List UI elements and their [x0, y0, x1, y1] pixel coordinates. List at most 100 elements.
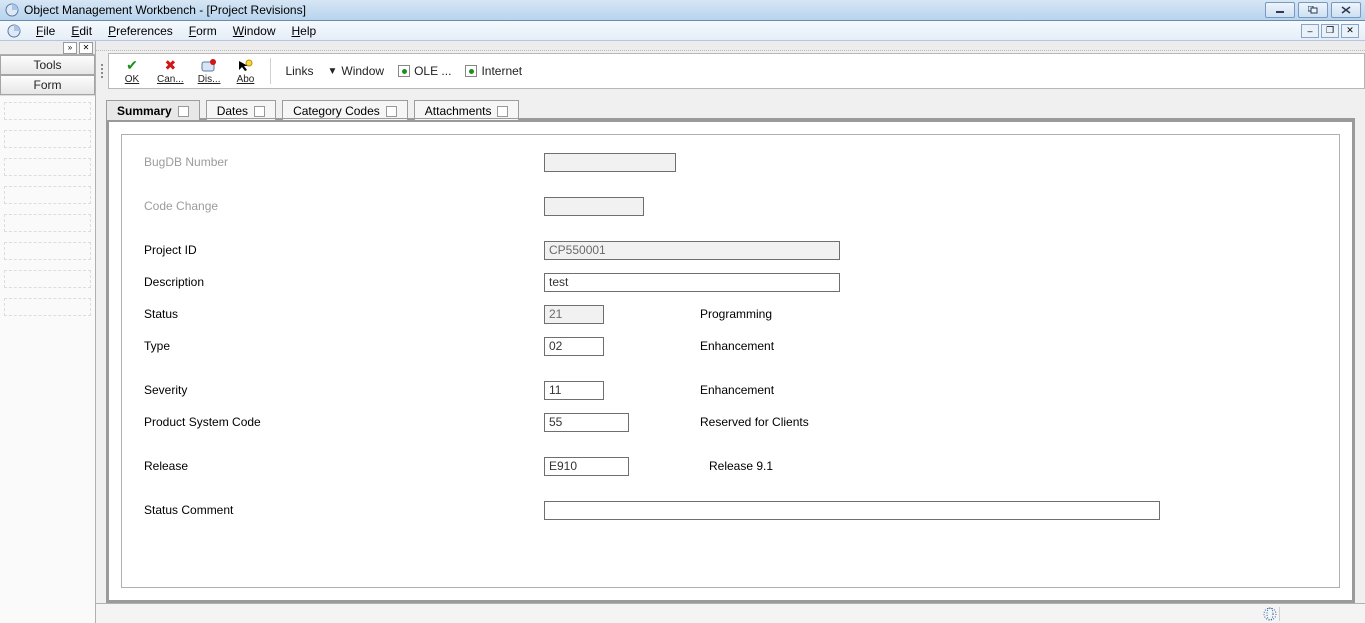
rail-ghost-item — [4, 242, 91, 260]
left-rail: » ✕ Tools Form — [0, 41, 96, 623]
ok-button[interactable]: ✔ OK — [115, 56, 149, 87]
desc-release: Release 9.1 — [709, 459, 773, 473]
desc-productsyscode: Reserved for Clients — [700, 415, 809, 429]
maximize-button[interactable] — [1298, 2, 1328, 18]
rail-pin-button[interactable]: » — [63, 42, 77, 54]
input-codechange — [544, 197, 644, 216]
tab-strip: Summary Dates Category Codes Attachments — [96, 97, 1365, 119]
row-description: Description — [144, 271, 1317, 293]
menubar-app-icon — [6, 23, 22, 39]
input-type[interactable] — [544, 337, 604, 356]
dropdown-arrow-icon: ▼ — [327, 66, 337, 77]
row-statuscomment: Status Comment — [144, 499, 1317, 521]
label-statuscomment: Status Comment — [144, 503, 544, 517]
window-dropdown[interactable]: ▼ Window — [321, 64, 390, 78]
globe-icon — [1261, 606, 1279, 622]
row-codechange: Code Change — [144, 195, 1317, 217]
tab-checkbox-icon — [254, 106, 265, 117]
menu-form[interactable]: Form — [181, 22, 225, 40]
display-button[interactable]: Dis... — [192, 56, 227, 87]
menu-window[interactable]: Window — [225, 22, 284, 40]
rail-ghost-item — [4, 214, 91, 232]
input-productsyscode[interactable] — [544, 413, 629, 432]
cross-icon: ✖ — [164, 58, 176, 74]
toolbar: ✔ OK ✖ Can... Dis... Abo — [108, 53, 1365, 89]
label-severity: Severity — [144, 383, 544, 397]
ole-icon — [398, 65, 410, 77]
menu-preferences[interactable]: Preferences — [100, 22, 181, 40]
tab-checkbox-icon — [497, 106, 508, 117]
content-separator — [96, 41, 1365, 51]
window-title: Object Management Workbench - [Project R… — [24, 3, 1262, 17]
input-description[interactable] — [544, 273, 840, 292]
row-status: Status Programming — [144, 303, 1317, 325]
mdi-minimize-button[interactable]: ‒ — [1301, 24, 1319, 38]
rail-tools-button[interactable]: Tools — [0, 55, 95, 75]
rail-ghost-item — [4, 186, 91, 204]
tab-underline — [106, 118, 1355, 119]
main-area: » ✕ Tools Form ✔ OK ✖ — [0, 41, 1365, 623]
cancel-button[interactable]: ✖ Can... — [151, 56, 190, 87]
label-codechange: Code Change — [144, 199, 544, 213]
toolbar-separator — [270, 58, 271, 84]
tab-dates[interactable]: Dates — [206, 100, 276, 120]
row-productsyscode: Product System Code Reserved for Clients — [144, 411, 1317, 433]
rail-ghost-item — [4, 270, 91, 288]
menu-bar: File Edit Preferences Form Window Help ‒… — [0, 21, 1365, 41]
rail-form-button[interactable]: Form — [0, 75, 95, 95]
status-bar — [96, 603, 1365, 623]
input-status — [544, 305, 604, 324]
menu-file[interactable]: File — [28, 22, 63, 40]
rail-ghost-item — [4, 298, 91, 316]
row-bugdb: BugDB Number — [144, 151, 1317, 173]
desc-type: Enhancement — [700, 339, 774, 353]
toolbar-row: ✔ OK ✖ Can... Dis... Abo — [96, 51, 1365, 91]
mdi-close-button[interactable]: ✕ — [1341, 24, 1359, 38]
tab-summary[interactable]: Summary — [106, 100, 200, 120]
menu-help[interactable]: Help — [283, 22, 324, 40]
label-description: Description — [144, 275, 544, 289]
status-right-pane — [1279, 607, 1359, 621]
row-release: Release Release 9.1 — [144, 455, 1317, 477]
row-type: Type Enhancement — [144, 335, 1317, 357]
input-severity[interactable] — [544, 381, 604, 400]
check-icon: ✔ — [126, 58, 138, 74]
tab-checkbox-icon — [386, 106, 397, 117]
label-type: Type — [144, 339, 544, 353]
label-projectid: Project ID — [144, 243, 544, 257]
menu-edit[interactable]: Edit — [63, 22, 100, 40]
row-severity: Severity Enhancement — [144, 379, 1317, 401]
desc-severity: Enhancement — [700, 383, 774, 397]
close-button[interactable] — [1331, 2, 1361, 18]
rail-ghost-item — [4, 130, 91, 148]
rail-content — [0, 95, 95, 623]
label-status: Status — [144, 307, 544, 321]
display-errors-icon — [201, 58, 217, 74]
app-icon — [4, 2, 20, 18]
form-frame: BugDB Number Code Change Project ID Desc… — [106, 119, 1355, 603]
rail-ghost-item — [4, 158, 91, 176]
row-projectid: Project ID — [144, 239, 1317, 261]
rail-ghost-item — [4, 102, 91, 120]
desc-status: Programming — [700, 307, 772, 321]
toolbar-grip[interactable] — [98, 53, 106, 89]
links-label: Links — [279, 64, 319, 78]
form-panel: BugDB Number Code Change Project ID Desc… — [121, 134, 1340, 588]
ole-link[interactable]: OLE ... — [392, 64, 457, 78]
content-area: ✔ OK ✖ Can... Dis... Abo — [96, 41, 1365, 623]
tab-checkbox-icon — [178, 106, 189, 117]
input-release[interactable] — [544, 457, 629, 476]
tab-attachments[interactable]: Attachments — [414, 100, 520, 120]
mdi-window-controls: ‒ ❐ ✕ — [1299, 24, 1359, 38]
window-controls — [1262, 2, 1361, 18]
tab-category-codes[interactable]: Category Codes — [282, 100, 408, 120]
minimize-button[interactable] — [1265, 2, 1295, 18]
input-bugdb — [544, 153, 676, 172]
mdi-restore-button[interactable]: ❐ — [1321, 24, 1339, 38]
about-button[interactable]: Abo — [228, 56, 262, 87]
rail-close-button[interactable]: ✕ — [79, 42, 93, 54]
input-projectid — [544, 241, 840, 260]
input-statuscomment[interactable] — [544, 501, 1160, 520]
internet-link[interactable]: Internet — [459, 64, 528, 78]
label-productsyscode: Product System Code — [144, 415, 544, 429]
